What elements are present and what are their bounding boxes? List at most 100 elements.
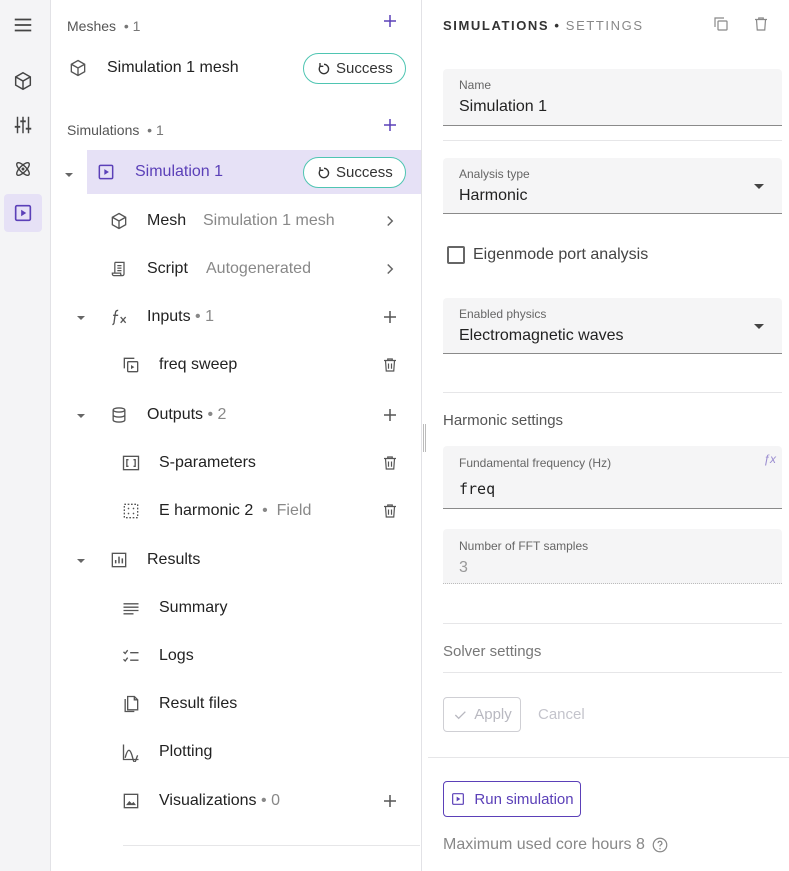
simulations-sep: • <box>147 122 153 138</box>
input-item[interactable]: freq sweep <box>51 343 421 387</box>
bar-chart-icon <box>108 549 130 571</box>
plus-icon <box>384 409 396 421</box>
check-icon <box>455 710 467 719</box>
breadcrumb-second: SETTINGS <box>565 18 644 33</box>
result-item-label: Plotting <box>159 743 213 760</box>
nav-rail <box>0 0 51 871</box>
name-field[interactable]: Name Simulation 1 <box>443 69 782 126</box>
function-icon <box>108 306 130 328</box>
plus-icon <box>384 795 396 807</box>
menu-button[interactable] <box>4 6 42 44</box>
outputs-sep: • <box>207 406 214 423</box>
apply-label: Apply <box>474 706 512 723</box>
inputs-label-text: Inputs <box>147 308 191 325</box>
result-item[interactable]: Plotting <box>51 730 421 774</box>
simulation-mesh-row[interactable]: Mesh Simulation 1 mesh <box>51 199 421 243</box>
duplicate-button[interactable] <box>712 15 732 35</box>
add-visualization-button[interactable] <box>380 791 400 811</box>
results-group[interactable]: Results <box>51 538 421 582</box>
mesh-status-badge: Success <box>303 53 406 84</box>
add-input-button[interactable] <box>380 307 400 327</box>
eigenmode-option[interactable]: Eigenmode port analysis <box>447 246 648 264</box>
trash-icon <box>384 504 396 518</box>
list-divider <box>123 845 420 846</box>
core-hours-info: Maximum used core hours 8 <box>443 836 669 854</box>
trash-icon <box>755 17 767 31</box>
mesh-item[interactable]: Simulation 1 mesh Success <box>51 46 421 90</box>
analysis-type-value: Harmonic <box>459 187 528 204</box>
script-row-label: Script <box>147 260 188 277</box>
trash-icon <box>384 358 396 372</box>
solver-settings-title[interactable]: Solver settings <box>443 643 541 660</box>
chevron-right-icon <box>380 211 400 231</box>
cube-icon <box>14 71 32 91</box>
result-item[interactable]: Summary <box>51 586 421 630</box>
menu-icon <box>14 18 32 32</box>
mesh-row-label: Mesh <box>147 212 187 229</box>
collapse-simulation-caret[interactable] <box>63 168 75 180</box>
simulation-item[interactable]: Simulation 1 Success <box>87 150 421 194</box>
simulation-script-row[interactable]: Script Autogenerated <box>51 247 421 291</box>
input-item-label: freq sweep <box>159 356 238 373</box>
rail-geometry-button[interactable] <box>4 62 42 100</box>
plus-icon <box>384 15 396 27</box>
simulations-count: 1 <box>155 122 164 138</box>
delete-output-button[interactable] <box>380 453 400 473</box>
rail-physics-button[interactable] <box>4 150 42 188</box>
output-item[interactable]: S-parameters <box>51 441 421 485</box>
plus-icon <box>384 311 396 323</box>
inputs-group[interactable]: Inputs • 1 <box>51 295 421 339</box>
visualizations-group[interactable]: Visualizations • 0 <box>51 779 421 823</box>
sliders-icon <box>14 116 32 134</box>
caret-down-icon <box>75 554 87 566</box>
outputs-group[interactable]: Outputs • 2 <box>51 393 421 437</box>
result-item[interactable]: Result files <box>51 682 421 726</box>
divider <box>443 140 782 141</box>
delete-output-button[interactable] <box>380 501 400 521</box>
enabled-physics-value: Electromagnetic waves <box>459 327 624 344</box>
apply-button[interactable]: Apply <box>443 697 521 732</box>
dropdown-arrow-icon <box>754 184 764 189</box>
result-item[interactable]: Logs <box>51 634 421 678</box>
outputs-count: 2 <box>217 406 227 423</box>
analysis-type-label: Analysis type <box>459 167 530 181</box>
enabled-physics-label: Enabled physics <box>459 307 547 321</box>
analysis-type-select[interactable]: Analysis type Harmonic <box>443 158 782 214</box>
inputs-label: Inputs • 1 <box>147 308 214 326</box>
rail-settings-button[interactable] <box>4 106 42 144</box>
add-output-button[interactable] <box>380 405 400 425</box>
cube-icon <box>67 57 89 79</box>
help-icon[interactable] <box>651 836 669 854</box>
meshes-count: 1 <box>132 18 141 34</box>
output-item[interactable]: E harmonic 2 • Field <box>51 489 421 533</box>
output-item-label: E harmonic 2 • Field <box>159 502 311 520</box>
mesh-item-label: Simulation 1 mesh <box>107 59 239 76</box>
fundamental-frequency-field[interactable]: Fundamental frequency (Hz) ƒx freq <box>443 446 782 509</box>
inputs-sep: • <box>195 308 201 325</box>
eigenmode-checkbox[interactable] <box>447 246 465 264</box>
fft-samples-field: Number of FFT samples 3 <box>443 529 782 584</box>
meshes-title: Meshes <box>67 18 117 34</box>
rail-simulations-button[interactable] <box>4 194 42 232</box>
function-icon[interactable]: ƒx <box>763 452 776 466</box>
simulation-status-badge: Success <box>303 157 406 188</box>
add-simulation-button[interactable] <box>380 115 400 135</box>
script-row-value: Autogenerated <box>206 260 311 277</box>
cancel-button[interactable]: Cancel <box>538 706 585 723</box>
plot-curve-icon <box>120 741 142 763</box>
breadcrumb: SIMULATIONS • SETTINGS <box>443 18 644 33</box>
database-icon <box>108 404 130 426</box>
enabled-physics-select[interactable]: Enabled physics Electromagnetic waves <box>443 298 782 354</box>
delete-simulation-button[interactable] <box>752 15 772 35</box>
result-item-label: Result files <box>159 695 238 712</box>
divider <box>443 623 782 624</box>
output-item-label-text: E harmonic 2 <box>159 502 254 519</box>
delete-input-button[interactable] <box>380 355 400 375</box>
image-icon <box>120 790 142 812</box>
add-mesh-button[interactable] <box>380 11 400 31</box>
field-grid-icon <box>120 500 142 522</box>
run-simulation-button[interactable]: Run simulation <box>443 781 581 817</box>
inputs-count: 1 <box>205 308 215 325</box>
output-item-label: S-parameters <box>159 454 256 471</box>
meshes-header: Meshes • 1 <box>67 18 140 34</box>
